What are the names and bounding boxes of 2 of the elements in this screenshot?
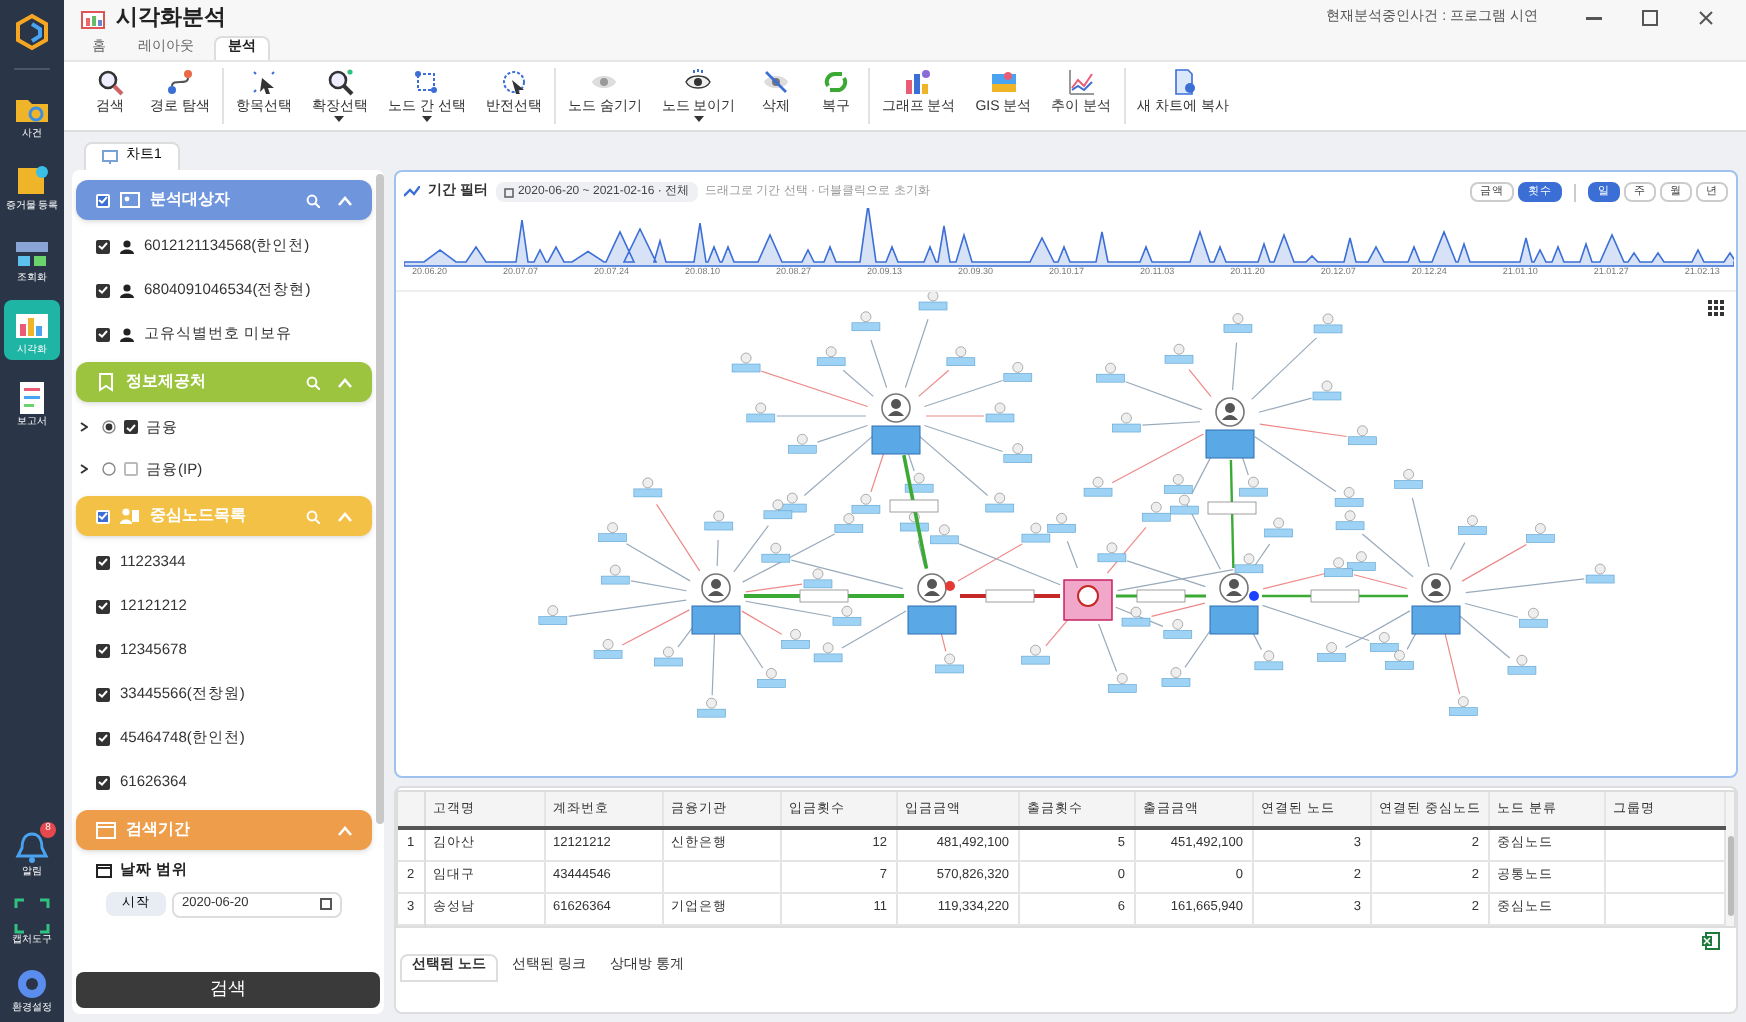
search-button[interactable]: 검색 (76, 972, 380, 1008)
app-title: 시각화분석 (116, 3, 226, 34)
